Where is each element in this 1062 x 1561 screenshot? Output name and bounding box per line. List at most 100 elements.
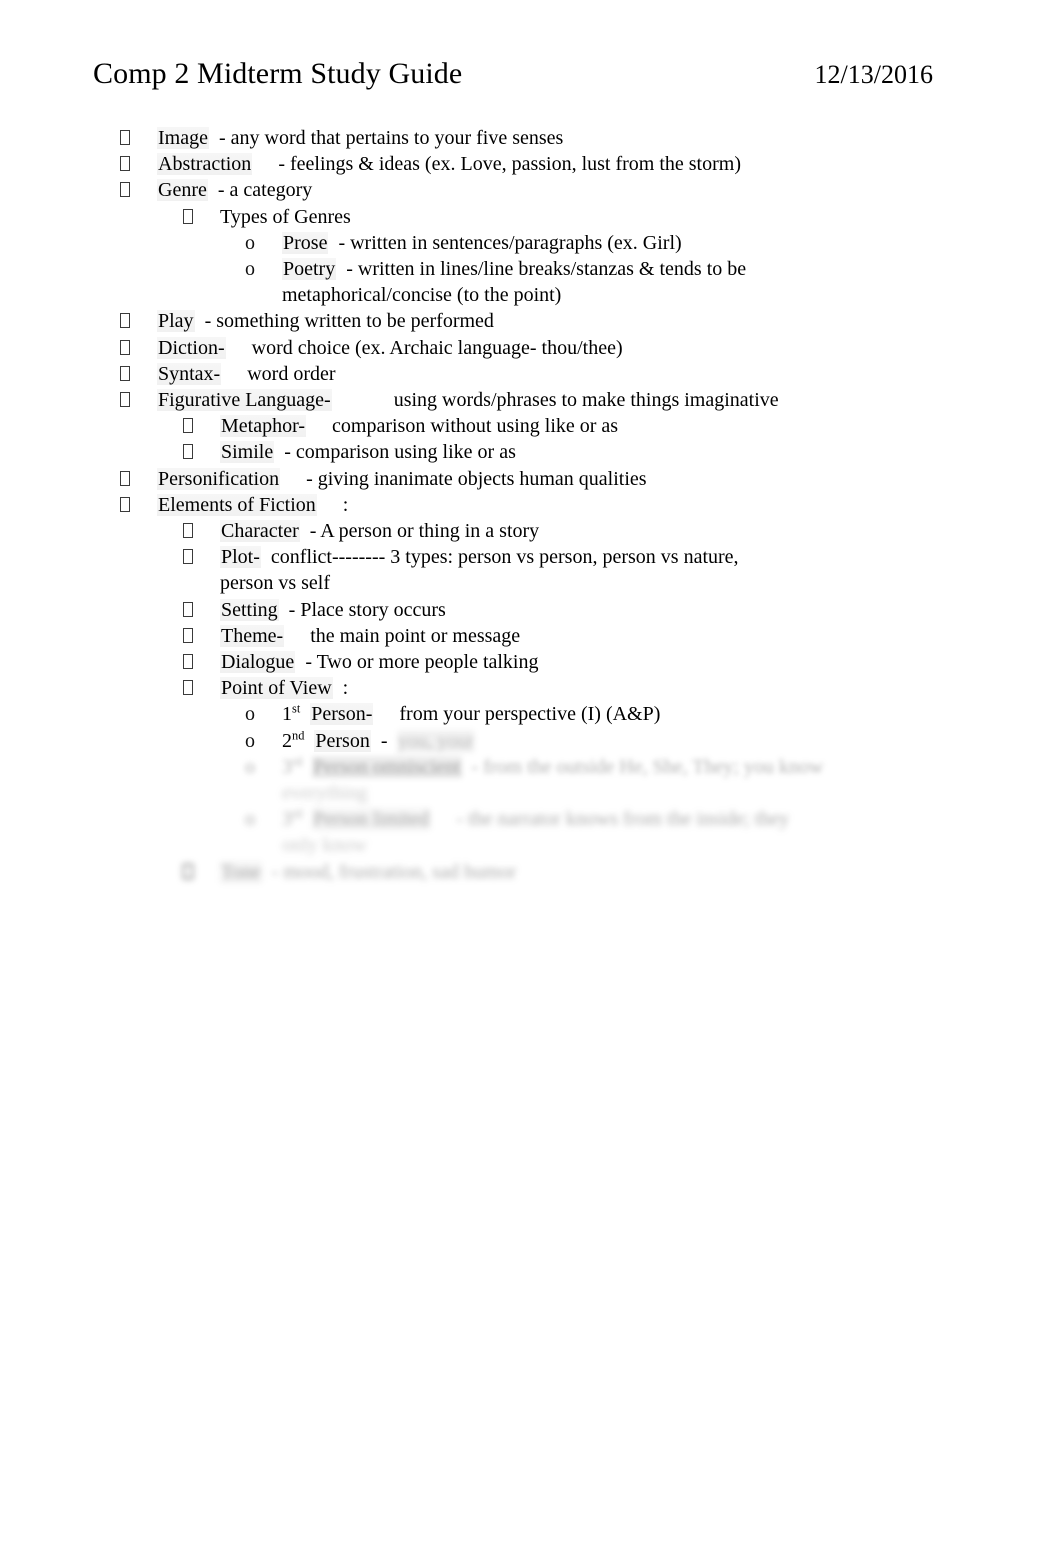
list-item-text: metaphorical/concise (to the point) (282, 284, 562, 307)
list-item: Genre - a category (0, 177, 1062, 203)
list-item: Play - something written to be performed (0, 308, 1062, 334)
list-item-text: person vs self (220, 572, 330, 595)
bullet-spacer (183, 570, 220, 596)
list-item-text: Diction-word choice (ex. Archaic languag… (157, 335, 1062, 361)
list-item-text: Simile - comparison using like or as (220, 439, 1062, 465)
list-item-continuation: everything (0, 780, 1062, 806)
term-definition: - Two or more people talking (305, 651, 539, 674)
list-item-continuation: person vs self (0, 570, 1062, 596)
term-label: Metaphor- (220, 415, 307, 438)
list-item: Elements of Fiction: (0, 492, 1062, 518)
ordinal-number: 2 (282, 729, 292, 752)
term-definition: : (342, 677, 349, 700)
list-item-text: Elements of Fiction: (157, 492, 1062, 518)
bullet-icon (183, 413, 220, 439)
term-definition: the main point or message (310, 624, 521, 647)
list-item-text: Figurative Language-using words/phrases … (157, 387, 1062, 413)
list-item: Simile - comparison using like or as (0, 439, 1062, 465)
ordinal-suffix: rd (292, 754, 303, 769)
list-item-text: everything (282, 782, 368, 805)
bullet-icon: o (245, 703, 255, 726)
list-item-text: Poetry - written in lines/line breaks/sta… (282, 256, 1062, 282)
list-item: Abstraction - feelings & ideas (ex. Love,… (0, 151, 1062, 177)
term-label: Image (157, 127, 209, 149)
ordinal-suffix: nd (292, 728, 305, 743)
term-label: Character (220, 520, 300, 543)
page-title: Comp 2 Midterm Study Guide (93, 57, 463, 90)
bullet-icon (183, 597, 220, 623)
term-label: Diction- (157, 336, 226, 359)
list-item-text: Image - any word that pertains to your fi… (157, 125, 1062, 151)
term-label: Person limited (312, 808, 431, 831)
study-guide-outline: Image - any word that pertains to your fi… (0, 125, 1062, 885)
bullet-icon: o (245, 808, 255, 831)
term-definition: - giving inanimate objects human qualiti… (306, 467, 647, 490)
bullet-icon (120, 387, 157, 413)
bullet-icon (120, 492, 157, 518)
term-definition: from your perspective (I) (A&P) (399, 703, 661, 726)
term-label: Prose (282, 231, 329, 254)
list-item-continuation: only know (0, 832, 1062, 858)
term-dash: - (380, 729, 388, 752)
list-item-text: 2nd Person - you, your (282, 728, 1062, 754)
bullet-icon: o (245, 729, 255, 752)
ordinal-suffix: st (292, 701, 301, 716)
list-item-text: Theme-the main point or message (220, 623, 1062, 649)
list-item-text: Point of View: (220, 675, 1062, 701)
term-label: Syntax- (157, 362, 222, 385)
list-item: Tone - mood, frustration, sad humor (0, 859, 1062, 885)
term-definition: - written in sentences/paragraphs (ex. G… (338, 231, 682, 254)
list-item-text: Personification - giving inanimate object… (157, 466, 1062, 492)
list-item-text: Plot-conflict-------- 3 types: person vs… (220, 544, 1062, 570)
list-item: Metaphor-comparison without using like o… (0, 413, 1062, 439)
term-definition: - comparison using like or as (284, 441, 516, 464)
bullet-icon (183, 623, 220, 649)
list-item: Types of Genres (0, 204, 1062, 230)
list-item: Setting - Place story occurs (0, 597, 1062, 623)
term-definition: - A person or thing in a story (309, 520, 540, 543)
term-definition: - feelings & ideas (ex. Love, passion, l… (278, 153, 741, 176)
list-item-text: Prose - written in sentences/paragraphs (… (282, 230, 1062, 256)
list-item-text: only know (282, 834, 367, 857)
term-label: Theme- (220, 624, 285, 647)
list-item-text: Genre - a category (157, 177, 1062, 203)
bullet-icon: o (245, 231, 255, 254)
term-definition: - any word that pertains to your five se… (218, 127, 564, 149)
term-label: Point of View (220, 677, 333, 700)
list-item-text: Play - something written to be performed (157, 308, 1062, 334)
term-label: Tone (220, 860, 262, 883)
term-definition: word choice (ex. Archaic language- thou/… (251, 336, 623, 359)
term-definition-faded: you, your (397, 729, 475, 752)
list-item: o 2nd Person - you, your (0, 728, 1062, 754)
term-label: Simile (220, 441, 275, 464)
list-item: o 3rd Person omniscient - from the outside… (0, 754, 1062, 780)
list-item-text: 1st Person-from your perspective (I) (A&P… (282, 701, 1062, 727)
list-item: Theme-the main point or message (0, 623, 1062, 649)
list-item: Personification - giving inanimate object… (0, 466, 1062, 492)
list-item: o Poetry - written in lines/line breaks/s… (0, 256, 1062, 282)
term-definition: conflict-------- 3 types: person vs pers… (270, 546, 739, 569)
list-item-text: Abstraction - feelings & ideas (ex. Love,… (157, 151, 1062, 177)
term-label: Personification (157, 467, 281, 490)
bullet-icon (120, 335, 157, 361)
ordinal-number: 1 (282, 703, 292, 726)
term-label: Figurative Language- (157, 389, 332, 412)
term-definition: - from the outside He, She, They; you kn… (471, 755, 824, 778)
list-item-text: 3rd Person limited - the narrator knows fr… (282, 806, 1062, 832)
list-item-continuation: metaphorical/concise (to the point) (0, 282, 1062, 308)
term-definition: - Place story occurs (288, 598, 446, 621)
term-label: Play (157, 310, 195, 333)
ordinal-number: 3 (282, 755, 292, 778)
term-definition: - something written to be performed (204, 310, 494, 333)
list-item: o 3rd Person limited - the narrator knows … (0, 806, 1062, 832)
term-definition: - written in lines/line breaks/stanzas &… (346, 258, 747, 281)
list-item: Syntax-word order (0, 361, 1062, 387)
term-definition: - a category (217, 179, 313, 202)
list-item: Diction-word choice (ex. Archaic languag… (0, 335, 1062, 361)
term-definition: - the narrator knows from the inside; th… (456, 808, 790, 831)
term-label: Setting (220, 598, 279, 621)
bullet-icon (120, 177, 157, 203)
term-label: Person- (310, 703, 374, 726)
term-label: Abstraction (157, 153, 253, 176)
bullet-icon (120, 151, 157, 177)
